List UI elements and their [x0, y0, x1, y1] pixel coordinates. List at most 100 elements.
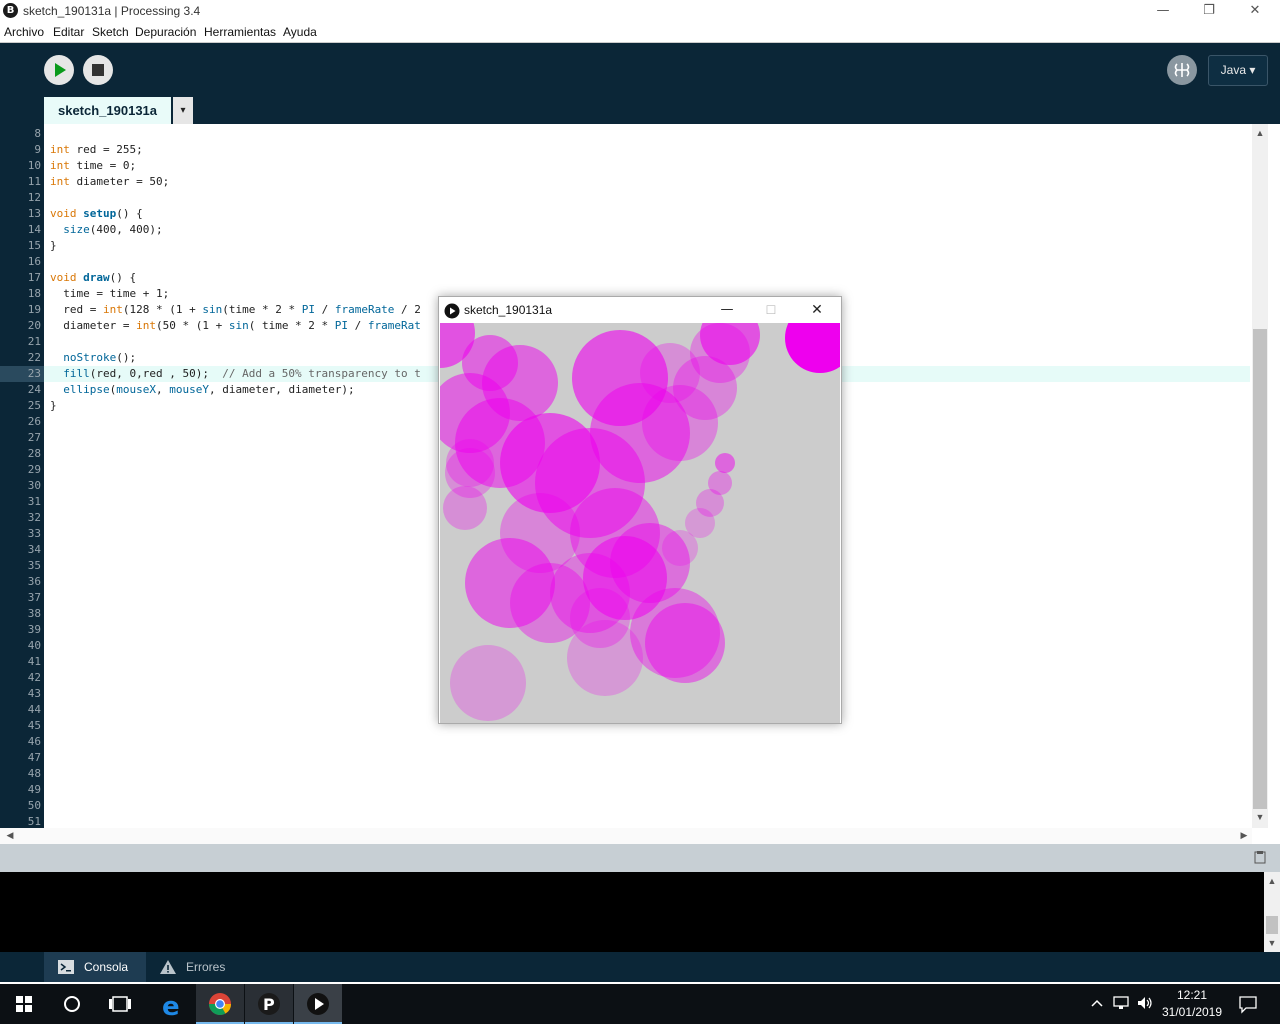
line-number-gutter: 8 9 10 11 12 13 14 15 16 17 18 19 20 21 … — [0, 124, 44, 828]
right-margin — [1268, 124, 1280, 844]
line-number: 10 — [27, 159, 41, 172]
tab-console[interactable]: Consola — [44, 952, 146, 982]
line-number: 24 — [27, 383, 41, 396]
minimize-button[interactable]: — — [1140, 0, 1186, 22]
scrollbar-thumb[interactable] — [1266, 916, 1278, 934]
clock-date[interactable]: 31/01/2019 — [1158, 1005, 1226, 1019]
line-number: 17 — [27, 271, 41, 284]
mode-selector[interactable]: Java ▾ — [1208, 55, 1268, 86]
line-number: 13 — [27, 207, 41, 220]
menu-sketch[interactable]: Sketch — [92, 25, 129, 39]
line-number: 46 — [27, 735, 41, 748]
line-number: 39 — [27, 623, 41, 636]
sketch-window[interactable]: sketch_190131a — ☐ ✕ — [438, 296, 842, 724]
chrome-button[interactable] — [196, 984, 244, 1024]
processing-app-icon: B — [3, 3, 18, 18]
line-number: 18 — [27, 287, 41, 300]
status-bar — [0, 844, 1280, 872]
search-button[interactable] — [48, 984, 96, 1024]
speaker-icon[interactable] — [1136, 995, 1154, 1011]
tab-sketch[interactable]: sketch_190131a — [44, 97, 171, 124]
code-line: red = int(128 * (1 + sin(time * 2 * PI /… — [50, 303, 421, 316]
line-number: 25 — [27, 399, 41, 412]
network-icon[interactable] — [1112, 995, 1130, 1011]
start-button[interactable] — [0, 984, 48, 1024]
code-line: void setup() { — [50, 207, 143, 220]
code-line: } — [50, 239, 57, 252]
line-number: 19 — [27, 303, 41, 316]
terminal-icon — [58, 960, 74, 974]
line-number: 16 — [27, 255, 41, 268]
code-line: noStroke(); — [63, 351, 137, 364]
line-number: 15 — [27, 239, 41, 252]
cortana-circle-icon — [64, 996, 80, 1012]
editor-vertical-scrollbar[interactable]: ▲ ▼ — [1252, 124, 1268, 828]
line-number: 22 — [27, 351, 41, 364]
sketch-window-button[interactable] — [294, 984, 342, 1024]
code-line: diameter = int(50 * (1 + sin( time * 2 *… — [50, 319, 421, 332]
svg-text:e: e — [162, 992, 180, 1022]
menu-editar[interactable]: Editar — [53, 25, 84, 39]
menu-ayuda[interactable]: Ayuda — [283, 25, 317, 39]
menu-depuracion[interactable]: Depuración — [135, 25, 196, 39]
chevron-up-icon[interactable] — [1090, 996, 1104, 1010]
run-button[interactable] — [44, 55, 74, 85]
clipboard-icon[interactable] — [1253, 850, 1267, 864]
code-line: } — [50, 399, 57, 412]
line-number: 51 — [27, 815, 41, 828]
line-number: 36 — [27, 575, 41, 588]
play-circle-icon — [307, 993, 329, 1015]
restore-button[interactable]: ❐ — [1186, 0, 1232, 22]
scroll-left-icon[interactable]: ◀ — [2, 830, 18, 841]
scroll-up-icon[interactable]: ▲ — [1264, 876, 1280, 886]
notifications-icon[interactable] — [1238, 994, 1258, 1014]
console-output[interactable] — [0, 872, 1264, 952]
scroll-right-icon[interactable]: ▶ — [1236, 830, 1252, 841]
warning-icon — [160, 960, 176, 974]
windows-logo-icon — [16, 996, 32, 1012]
tab-errors[interactable]: Errores — [150, 952, 240, 982]
scroll-up-icon[interactable]: ▲ — [1252, 128, 1268, 138]
line-number: 44 — [27, 703, 41, 716]
windows-taskbar: e P — [0, 984, 1280, 1024]
processing-button[interactable]: P — [245, 984, 293, 1024]
line-number: 40 — [27, 639, 41, 652]
tab-menu-button[interactable]: ▾ — [173, 97, 193, 124]
console-scrollbar[interactable]: ▲ ▼ — [1264, 872, 1280, 952]
window-title: sketch_190131a | Processing 3.4 — [23, 4, 201, 18]
stop-button[interactable] — [83, 55, 113, 85]
chrome-icon — [209, 993, 231, 1015]
menu-herramientas[interactable]: Herramientas — [204, 25, 276, 39]
play-circle-icon — [444, 303, 460, 319]
butterfly-icon — [1174, 63, 1190, 77]
scrollbar-thumb[interactable] — [1253, 329, 1267, 809]
code-line: int red = 255; — [50, 143, 143, 156]
close-button[interactable]: ✕ — [1232, 0, 1278, 22]
editor-horizontal-scrollbar[interactable]: ◀ ▶ — [0, 828, 1252, 844]
line-number: 21 — [27, 335, 41, 348]
edge-icon: e — [162, 992, 180, 1022]
tab-errors-label: Errores — [186, 960, 226, 974]
code-line: int diameter = 50; — [50, 175, 170, 188]
clock-time[interactable]: 12:21 — [1166, 988, 1218, 1002]
sketch-close-button[interactable]: ✕ — [805, 299, 829, 321]
code-line: void draw() { — [50, 271, 137, 284]
scroll-down-icon[interactable]: ▼ — [1264, 938, 1280, 948]
menu-archivo[interactable]: Archivo — [4, 25, 44, 39]
debug-button[interactable] — [1167, 55, 1197, 85]
line-number: 47 — [27, 751, 41, 764]
menu-bar: Archivo Editar Sketch Depuración Herrami… — [0, 22, 1280, 43]
play-icon — [55, 63, 66, 77]
line-number: 28 — [27, 447, 41, 460]
line-number: 50 — [27, 799, 41, 812]
line-number: 34 — [27, 543, 41, 556]
line-number: 20 — [27, 319, 41, 332]
task-view-button[interactable] — [96, 984, 144, 1024]
edge-button[interactable]: e — [148, 984, 196, 1024]
sketch-canvas[interactable] — [440, 323, 840, 723]
line-number: 42 — [27, 671, 41, 684]
sketch-minimize-button[interactable]: — — [715, 299, 739, 321]
scroll-down-icon[interactable]: ▼ — [1252, 812, 1268, 822]
line-number: 14 — [27, 223, 41, 236]
code-line: ellipse(mouseX, mouseY, diameter, diamet… — [63, 383, 355, 396]
